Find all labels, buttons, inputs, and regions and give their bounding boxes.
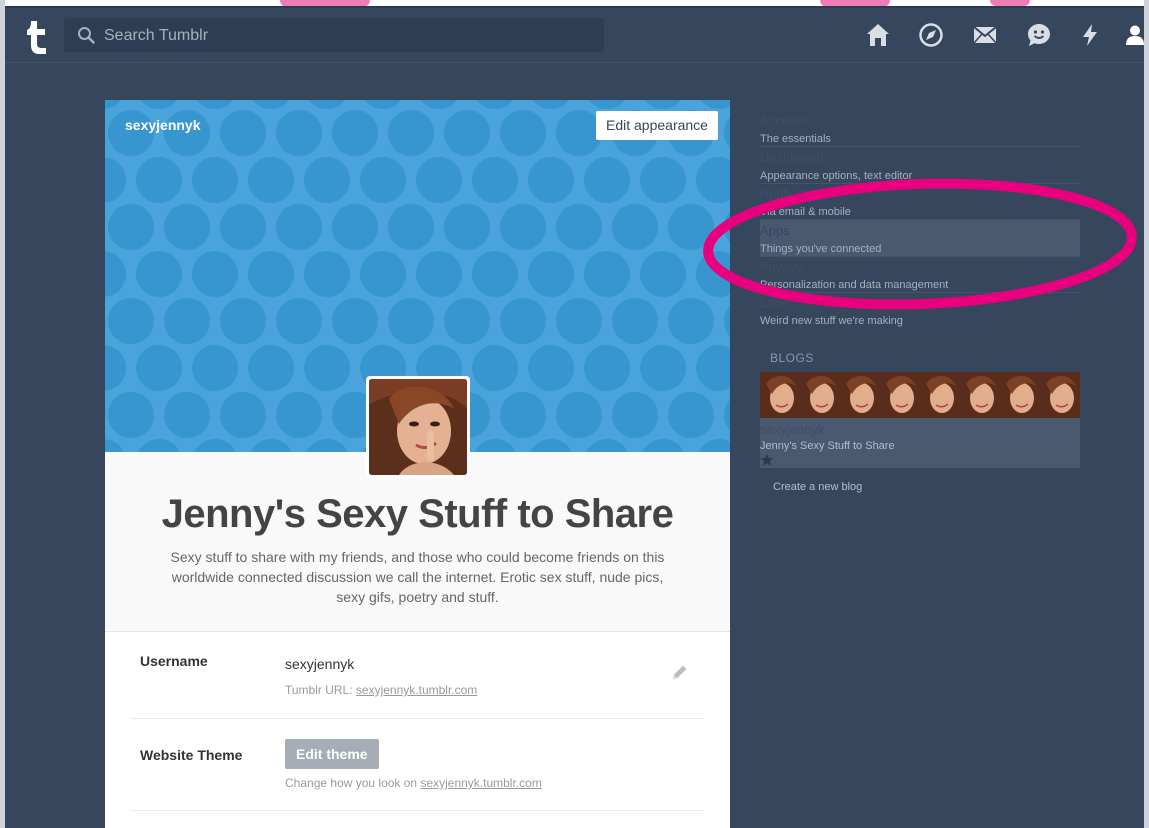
top-nav xyxy=(5,8,1144,63)
blog-thumbnail xyxy=(840,372,880,418)
sidebar-item-subtitle: Weird new stuff we're making xyxy=(760,315,903,327)
blog-title: Jenny's Sexy Stuff to Share xyxy=(161,492,674,536)
blog-thumbnail xyxy=(960,372,1000,418)
blog-thumbnail xyxy=(760,372,800,418)
tumblr-url-link[interactable]: sexyjennyk.tumblr.com xyxy=(356,683,477,697)
sidebar-item-notifications[interactable]: Notifications Via email & mobile xyxy=(760,183,1080,220)
blog-handle: sexyjennyk xyxy=(125,117,201,133)
tumblr-url-prefix: Tumblr URL: xyxy=(285,683,353,697)
tumblr-logo-icon[interactable] xyxy=(25,19,49,55)
sidebar-item-subtitle: Personalization and data management xyxy=(760,279,949,291)
theme-hint-prefix: Change how you look on xyxy=(285,776,418,790)
activity-icon[interactable] xyxy=(1076,21,1104,49)
sidebar-item-title: Notifications xyxy=(760,186,831,201)
sidebar-item-subtitle: The essentials xyxy=(760,133,831,145)
pencil-icon[interactable] xyxy=(670,662,690,682)
blog-thumbnail xyxy=(800,372,840,418)
sidebar-item-subtitle: Via email & mobile xyxy=(760,206,851,218)
sidebar-item-labs[interactable]: Labs Weird new stuff we're making xyxy=(760,292,1080,328)
window-edge-right xyxy=(1144,0,1149,828)
sidebar-item-title: Dashboard xyxy=(760,150,824,165)
sidebar-blog-name: sexyjennyk xyxy=(760,422,825,437)
mail-icon[interactable] xyxy=(971,21,999,49)
sidebar-blog-title: Jenny's Sexy Stuff to Share xyxy=(760,440,895,452)
blog-thumbnail xyxy=(1000,372,1040,418)
blogs-heading: BLOGS xyxy=(770,351,814,365)
explore-icon[interactable] xyxy=(917,21,945,49)
blog-thumbnail xyxy=(880,372,920,418)
sidebar-item-title: Account xyxy=(760,113,807,128)
avatar[interactable] xyxy=(366,376,470,478)
sidebar-item-privacy[interactable]: Privacy Personalization and data managem… xyxy=(760,256,1080,293)
website-theme-row: Website Theme Edit theme Change how you … xyxy=(130,719,705,811)
blog-thumbnail xyxy=(1040,372,1080,418)
sidebar-blog-entry[interactable]: sexyjennyk Jenny's Sexy Stuff to Share xyxy=(760,372,1080,468)
website-theme-label: Website Theme xyxy=(140,747,243,763)
sidebar-item-title: Privacy xyxy=(760,259,803,274)
blog-header-strip xyxy=(760,372,1080,418)
theme-hint: Change how you look on sexyjennyk.tumblr… xyxy=(285,776,542,790)
create-new-blog-link[interactable]: Create a new blog xyxy=(773,481,862,493)
username-value: sexyjennyk xyxy=(285,656,355,672)
sidebar-item-title: Labs xyxy=(760,295,789,310)
edit-theme-button[interactable]: Edit theme xyxy=(285,739,379,769)
star-icon xyxy=(760,453,774,467)
username-label: Username xyxy=(140,653,208,669)
messaging-icon[interactable] xyxy=(1025,21,1053,49)
tumblr-url-hint: Tumblr URL: sexyjennyk.tumblr.com xyxy=(285,683,477,697)
account-icon[interactable] xyxy=(1121,21,1149,49)
theme-hint-link[interactable]: sexyjennyk.tumblr.com xyxy=(420,776,541,790)
search-input[interactable] xyxy=(102,18,586,54)
sidebar-item-dashboard[interactable]: Dashboard Appearance options, text edito… xyxy=(760,147,1080,184)
search-box[interactable] xyxy=(64,18,604,54)
home-icon[interactable] xyxy=(864,21,892,49)
username-row: Username sexyjennyk Tumblr URL: sexyjenn… xyxy=(130,632,705,719)
blog-settings-card: sexyjennyk Edit appearance Jenny's Sexy … xyxy=(105,100,730,828)
search-icon xyxy=(77,26,95,44)
window-edge-left xyxy=(0,0,5,828)
edit-appearance-button[interactable]: Edit appearance xyxy=(596,111,718,140)
sidebar-item-apps[interactable]: Apps Things you've connected xyxy=(760,220,1080,257)
sidebar-item-title: Apps xyxy=(760,223,790,238)
blog-thumbnail xyxy=(920,372,960,418)
sidebar-item-subtitle: Appearance options, text editor xyxy=(760,170,913,182)
sidebar-item-subtitle: Things you've connected xyxy=(760,243,882,255)
sidebar-item-account[interactable]: Account The essentials xyxy=(760,110,1080,147)
blog-description: Sexy stuff to share with my friends, and… xyxy=(170,549,665,605)
